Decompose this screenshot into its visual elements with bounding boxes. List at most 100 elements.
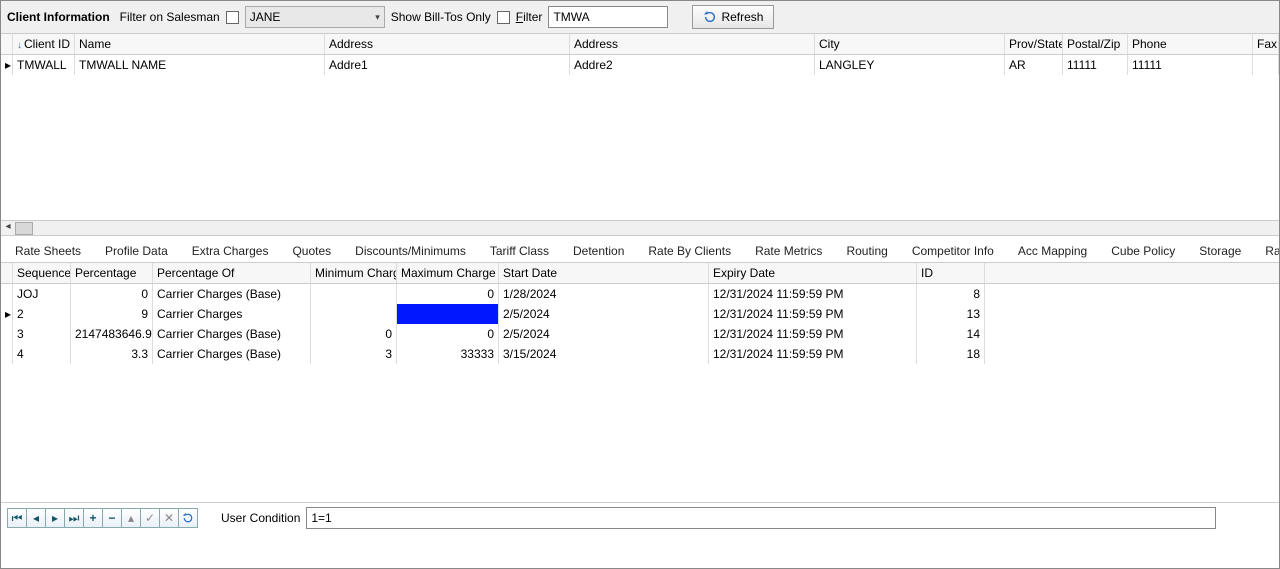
markup-row[interactable]: 43.3Carrier Charges (Base)3333333/15/202…	[1, 344, 1279, 364]
tab-acc-mapping[interactable]: Acc Mapping	[1010, 240, 1095, 262]
tab-detention[interactable]: Detention	[565, 240, 632, 262]
markup-cell-expiryDate: 12/31/2024 11:59:59 PM	[709, 284, 917, 304]
client-cell-fax	[1253, 55, 1279, 75]
refresh-button[interactable]: Refresh	[692, 5, 774, 29]
nav-delete-button[interactable]: −	[102, 508, 122, 528]
markup-col-id[interactable]: ID	[917, 263, 985, 283]
markup-grid-header: SequencePercentagePercentage OfMinimum C…	[1, 263, 1279, 284]
tab-cube-policy[interactable]: Cube Policy	[1103, 240, 1183, 262]
chevron-down-icon: ▾	[375, 12, 380, 23]
client-cell-name: TMWALL NAME	[75, 55, 325, 75]
client-col-clientId[interactable]: ↓Client ID	[13, 34, 75, 54]
markup-cell-marker	[1, 324, 13, 344]
markup-col-percentageOf[interactable]: Percentage Of	[153, 263, 311, 283]
tab-rate-by-clients[interactable]: Rate By Clients	[640, 240, 739, 262]
client-col-provState[interactable]: Prov/State	[1005, 34, 1063, 54]
nav-first-button[interactable]: ⏮	[7, 508, 27, 528]
markup-cell-startDate: 2/5/2024	[499, 304, 709, 324]
markup-cell-percentageOf: Carrier Charges (Base)	[153, 324, 311, 344]
horizontal-scrollbar[interactable]: ◂	[1, 220, 1279, 236]
markup-col-percentage[interactable]: Percentage	[71, 263, 153, 283]
nav-refresh-button[interactable]	[178, 508, 198, 528]
tab-competitor-info[interactable]: Competitor Info	[904, 240, 1002, 262]
markup-cell-sequence: 2	[13, 304, 71, 324]
markup-cell-sequence: 4	[13, 344, 71, 364]
client-col-city[interactable]: City	[815, 34, 1005, 54]
markup-cell-startDate: 2/5/2024	[499, 324, 709, 344]
client-col-address2[interactable]: Address	[570, 34, 815, 54]
markup-col-maxCharge[interactable]: Maximum Charge	[397, 263, 499, 283]
client-row[interactable]: ▸TMWALLTMWALL NAMEAddre1Addre2LANGLEYAR1…	[1, 55, 1279, 75]
markup-col-minCharge[interactable]: Minimum Charg	[311, 263, 397, 283]
tab-extra-charges[interactable]: Extra Charges	[184, 240, 277, 262]
markup-cell-percentageOf: Carrier Charges	[153, 304, 311, 324]
tab-rating-method[interactable]: Rating Method	[1257, 240, 1279, 262]
markup-col-marker[interactable]	[1, 263, 13, 283]
markup-grid-body: JOJ0Carrier Charges (Base)01/28/202412/3…	[1, 284, 1279, 494]
tab-quotes[interactable]: Quotes	[284, 240, 339, 262]
tab-routing[interactable]: Routing	[838, 240, 895, 262]
markup-cell-id: 8	[917, 284, 985, 304]
scroll-left-icon[interactable]: ◂	[1, 221, 15, 236]
client-col-fax[interactable]: Fax	[1253, 34, 1279, 54]
client-cell-marker: ▸	[1, 55, 13, 75]
markup-col-sequence[interactable]: Sequence	[13, 263, 71, 283]
markup-cell-expiryDate: 12/31/2024 11:59:59 PM	[709, 304, 917, 324]
tab-rate-metrics[interactable]: Rate Metrics	[747, 240, 830, 262]
markup-cell-marker: ▸	[1, 304, 13, 324]
markup-cell-id: 13	[917, 304, 985, 324]
filter-label: Filter	[516, 10, 543, 24]
tab-profile-data[interactable]: Profile Data	[97, 240, 176, 262]
markup-row[interactable]: JOJ0Carrier Charges (Base)01/28/202412/3…	[1, 284, 1279, 304]
markup-cell-marker	[1, 284, 13, 304]
markup-cell-percentageOf: Carrier Charges (Base)	[153, 284, 311, 304]
tab-tariff-class[interactable]: Tariff Class	[482, 240, 557, 262]
markup-row[interactable]: 32147483646.99Carrier Charges (Base)002/…	[1, 324, 1279, 344]
nav-add-button[interactable]: +	[83, 508, 103, 528]
client-grid-body: ▸TMWALLTMWALL NAMEAddre1Addre2LANGLEYAR1…	[1, 55, 1279, 220]
filter-salesman-checkbox[interactable]	[226, 11, 239, 24]
filter-salesman-label: Filter on Salesman	[120, 10, 220, 24]
salesman-value: JANE	[250, 10, 281, 24]
client-cell-address2: Addre2	[570, 55, 815, 75]
markup-col-startDate[interactable]: Start Date	[499, 263, 709, 283]
user-condition-label: User Condition	[221, 511, 300, 525]
markup-cell-maxCharge: 0	[397, 284, 499, 304]
user-condition-input[interactable]: 1=1	[306, 507, 1216, 529]
markup-cell-maxCharge: 33333	[397, 344, 499, 364]
markup-cell-sequence: JOJ	[13, 284, 71, 304]
salesman-select[interactable]: JANE ▾	[245, 6, 385, 28]
markup-cell-minCharge	[311, 284, 397, 304]
client-col-postalZip[interactable]: Postal/Zip	[1063, 34, 1128, 54]
client-info-toolbar: Client Information Filter on Salesman JA…	[1, 1, 1279, 34]
record-navigator: ⏮ ◂ ▸ ⏭ + − ▴ ✓ ✕ User Condition 1=1	[1, 502, 1279, 533]
client-col-phone[interactable]: Phone	[1128, 34, 1253, 54]
show-billtos-label: Show Bill-Tos Only	[391, 10, 491, 24]
markup-row[interactable]: ▸29Carrier Charges2/5/202412/31/2024 11:…	[1, 304, 1279, 324]
client-col-address1[interactable]: Address	[325, 34, 570, 54]
markup-cell-sequence: 3	[13, 324, 71, 344]
markup-cell-maxCharge	[397, 304, 499, 324]
sort-indicator-icon: ↓	[17, 40, 22, 51]
filter-input[interactable]: TMWA	[548, 6, 668, 28]
markup-col-expiryDate[interactable]: Expiry Date	[709, 263, 917, 283]
tab-discounts-minimums[interactable]: Discounts/Minimums	[347, 240, 474, 262]
client-col-marker[interactable]	[1, 34, 13, 54]
nav-prev-button[interactable]: ◂	[26, 508, 46, 528]
markup-cell-marker	[1, 344, 13, 364]
client-cell-city: LANGLEY	[815, 55, 1005, 75]
tab-rate-sheets[interactable]: Rate Sheets	[7, 240, 89, 262]
tab-storage[interactable]: Storage	[1191, 240, 1249, 262]
markup-cell-id: 18	[917, 344, 985, 364]
client-col-name[interactable]: Name	[75, 34, 325, 54]
nav-last-button[interactable]: ⏭	[64, 508, 84, 528]
nav-next-button[interactable]: ▸	[45, 508, 65, 528]
nav-edit-button[interactable]: ▴	[121, 508, 141, 528]
refresh-icon	[703, 10, 717, 24]
nav-post-button[interactable]: ✓	[140, 508, 160, 528]
scroll-handle[interactable]	[15, 222, 33, 235]
markup-cell-percentage: 3.3	[71, 344, 153, 364]
show-billtos-checkbox[interactable]	[497, 11, 510, 24]
markup-cell-maxCharge: 0	[397, 324, 499, 344]
nav-cancel-button[interactable]: ✕	[159, 508, 179, 528]
